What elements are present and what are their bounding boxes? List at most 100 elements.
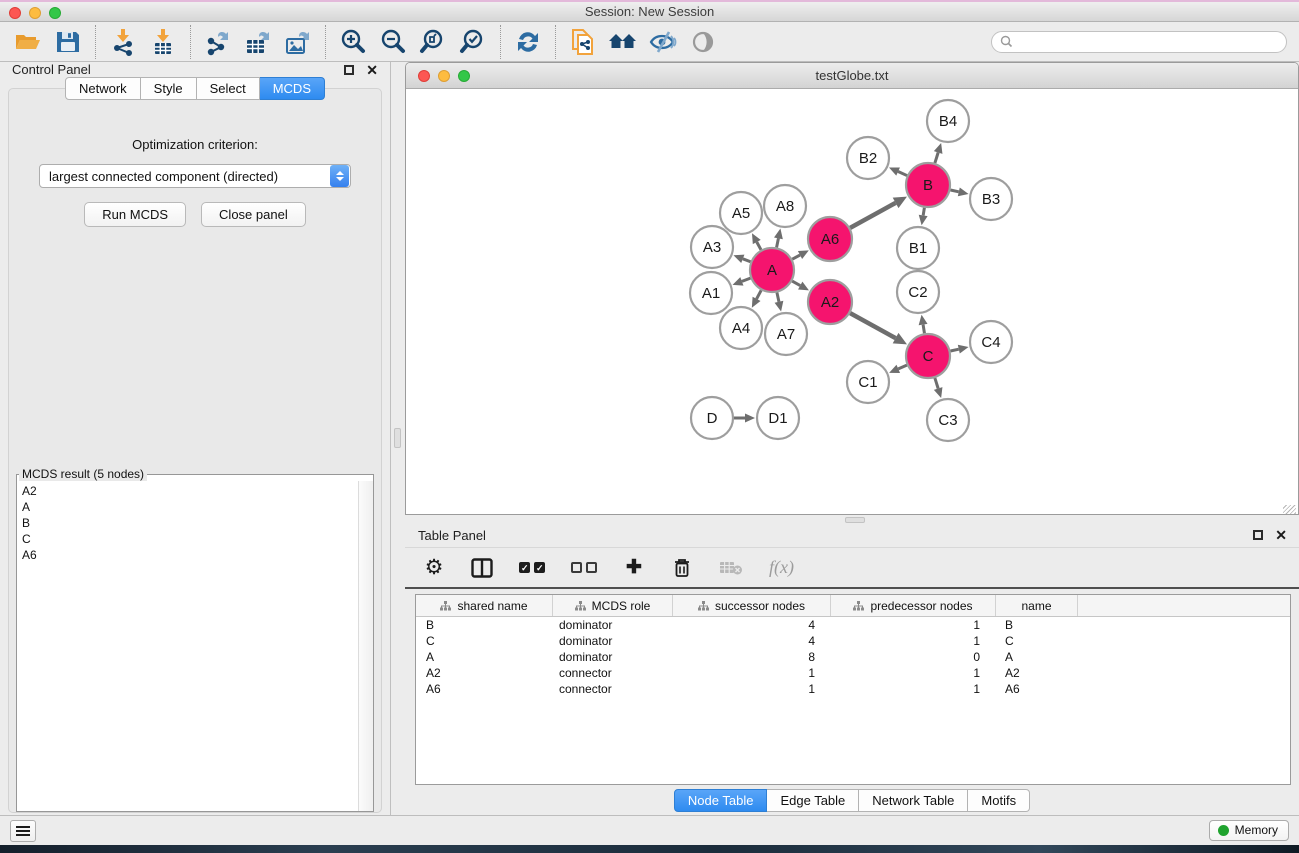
table-row[interactable]: A6connector11A6: [416, 681, 1290, 697]
node-label-C3: C3: [938, 412, 957, 429]
duplicate-network-icon[interactable]: [563, 25, 603, 59]
column-header-MCDS-role[interactable]: MCDS role: [553, 595, 673, 616]
edge-B-B2[interactable]: [898, 172, 907, 176]
column-header-name[interactable]: name: [996, 595, 1078, 616]
result-scrollbar[interactable]: [358, 481, 373, 811]
run-mcds-button[interactable]: Run MCDS: [84, 202, 186, 227]
memory-button[interactable]: Memory: [1209, 820, 1289, 841]
export-table-icon[interactable]: [238, 25, 278, 59]
maximize-window-button[interactable]: [49, 7, 61, 19]
tab-mcds[interactable]: MCDS: [260, 77, 325, 100]
edge-B-B1[interactable]: [923, 208, 924, 216]
close-panel-button[interactable]: Close panel: [201, 202, 306, 227]
edge-arrowhead: [934, 143, 943, 154]
search-input[interactable]: [1018, 35, 1278, 49]
criterion-select[interactable]: largest connected component (directed): [39, 164, 351, 188]
toolbar-separator: [500, 25, 501, 59]
tab-network[interactable]: Network: [65, 77, 141, 100]
tab-node-table[interactable]: Node Table: [674, 789, 768, 812]
edge-A-A7[interactable]: [777, 292, 779, 301]
table-row[interactable]: Adominator80A: [416, 649, 1290, 665]
table-row[interactable]: A2connector11A2: [416, 665, 1290, 681]
tab-motifs[interactable]: Motifs: [968, 789, 1030, 812]
network-canvas[interactable]: B4B2BB3B1A5A8A6A3AA1C2A4A7A2CC4C1C3DD1: [406, 89, 1298, 515]
float-panel-icon[interactable]: [344, 65, 354, 75]
task-history-list-icon[interactable]: [10, 820, 36, 842]
close-table-panel-icon[interactable]: ✕: [1275, 530, 1287, 540]
zoom-fit-icon[interactable]: [413, 25, 453, 59]
search-field[interactable]: [991, 31, 1287, 53]
edge-A-A8[interactable]: [777, 238, 779, 247]
edge-A-A1[interactable]: [742, 278, 751, 281]
edge-A2-C[interactable]: [850, 313, 895, 338]
zoom-selected-icon[interactable]: [453, 25, 493, 59]
export-network-icon[interactable]: [198, 25, 238, 59]
mcds-result-list[interactable]: A2ABCA6: [17, 481, 358, 811]
delete-columns-trash-icon[interactable]: [671, 555, 693, 581]
edge-A-A2[interactable]: [792, 281, 800, 285]
network-maximize-button[interactable]: [458, 70, 470, 82]
workspace-area: testGlobe.txt B4B2BB3B1A5A8A6A3AA1C2A4A7…: [391, 62, 1299, 815]
show-graphics-eye-icon: [683, 25, 723, 59]
window-resize-grip[interactable]: [1283, 505, 1296, 515]
float-table-panel-icon[interactable]: [1253, 530, 1263, 540]
export-image-icon[interactable]: [278, 25, 318, 59]
tab-style[interactable]: Style: [141, 77, 197, 100]
edge-C-C4[interactable]: [950, 349, 958, 351]
table-settings-gear-icon[interactable]: ⚙: [423, 555, 445, 581]
network-close-button[interactable]: [418, 70, 430, 82]
list-item[interactable]: A: [22, 499, 358, 515]
edge-B-B4[interactable]: [935, 152, 938, 163]
edge-A-A3[interactable]: [743, 259, 751, 262]
zoom-in-icon[interactable]: [333, 25, 373, 59]
unselect-all-columns-icon[interactable]: ✓✓: [571, 555, 597, 581]
select-all-columns-icon[interactable]: ✓✓: [519, 555, 545, 581]
table-body[interactable]: Bdominator41BCdominator41CAdominator80AA…: [416, 617, 1290, 697]
list-item[interactable]: A2: [22, 483, 358, 499]
import-table-icon[interactable]: [143, 25, 183, 59]
edge-B-B3[interactable]: [950, 190, 958, 192]
edge-C-C1[interactable]: [898, 365, 907, 369]
status-bar: Memory: [0, 815, 1299, 845]
open-session-icon[interactable]: [8, 25, 48, 59]
table-toolbar: ⚙ ✓✓ ✓✓ ✚ f(x): [405, 547, 1299, 589]
edge-A-A6[interactable]: [792, 255, 800, 259]
network-window-titlebar[interactable]: testGlobe.txt: [406, 63, 1298, 89]
table-row[interactable]: Cdominator41C: [416, 633, 1290, 649]
table-row[interactable]: Bdominator41B: [416, 617, 1290, 633]
refresh-icon[interactable]: [508, 25, 548, 59]
tab-network-table[interactable]: Network Table: [859, 789, 968, 812]
toolbar-separator: [555, 25, 556, 59]
network-minimize-button[interactable]: [438, 70, 450, 82]
create-column-plus-icon[interactable]: ✚: [623, 555, 645, 581]
show-columns-icon[interactable]: [471, 555, 493, 581]
list-item[interactable]: C: [22, 531, 358, 547]
node-label-D: D: [707, 410, 718, 427]
column-header-predecessor-nodes[interactable]: predecessor nodes: [831, 595, 996, 616]
vertical-splitter-handle[interactable]: [394, 428, 401, 448]
tab-edge-table[interactable]: Edge Table: [767, 789, 859, 812]
import-network-icon[interactable]: [103, 25, 143, 59]
column-header-shared-name[interactable]: shared name: [416, 595, 553, 616]
home-views-icon[interactable]: [603, 25, 643, 59]
zoom-out-icon[interactable]: [373, 25, 413, 59]
minimize-window-button[interactable]: [29, 7, 41, 19]
edge-C-C2[interactable]: [923, 325, 924, 334]
table-header-row[interactable]: shared nameMCDS rolesuccessor nodesprede…: [416, 595, 1290, 617]
list-item[interactable]: B: [22, 515, 358, 531]
close-window-button[interactable]: [9, 7, 21, 19]
horizontal-splitter-handle[interactable]: [845, 517, 865, 523]
edge-A6-B[interactable]: [850, 203, 895, 228]
save-session-icon[interactable]: [48, 25, 88, 59]
edge-C-C3[interactable]: [935, 378, 938, 389]
column-header-successor-nodes[interactable]: successor nodes: [673, 595, 831, 616]
edge-arrowhead: [775, 301, 784, 312]
mcds-result-box: MCDS result (5 nodes) A2ABCA6: [16, 467, 374, 812]
hide-graphics-eye-icon[interactable]: [643, 25, 683, 59]
edge-A-A4[interactable]: [757, 290, 762, 299]
list-item[interactable]: A6: [22, 547, 358, 563]
tab-select[interactable]: Select: [197, 77, 260, 100]
edge-A-A5[interactable]: [757, 242, 761, 250]
network-graph: B4B2BB3B1A5A8A6A3AA1C2A4A7A2CC4C1C3DD1: [406, 89, 1298, 515]
close-panel-icon[interactable]: ✕: [366, 65, 378, 75]
